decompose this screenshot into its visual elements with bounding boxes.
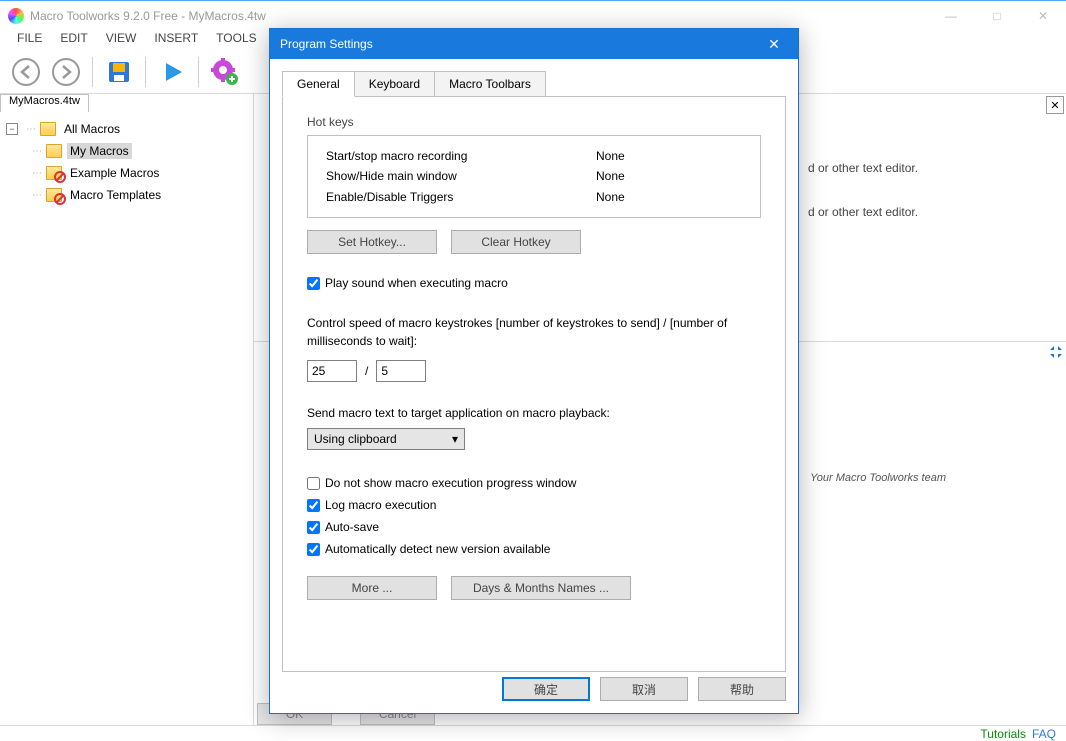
milliseconds-input[interactable] bbox=[376, 360, 426, 382]
hotkey-name: Start/stop macro recording bbox=[326, 146, 596, 166]
hotkey-name: Enable/Disable Triggers bbox=[326, 187, 596, 207]
prohibit-icon bbox=[54, 193, 66, 205]
dialog-help-button[interactable]: 帮助 bbox=[698, 677, 786, 701]
play-button[interactable] bbox=[154, 54, 190, 90]
hotkey-name: Show/Hide main window bbox=[326, 166, 596, 186]
log-execution-label: Log macro execution bbox=[325, 498, 436, 512]
tree-item-label: Example Macros bbox=[67, 165, 162, 181]
folder-icon bbox=[46, 166, 62, 180]
signature-text: Your Macro Toolworks team bbox=[810, 472, 946, 484]
faq-link[interactable]: FAQ bbox=[1032, 727, 1056, 741]
progress-window-checkbox[interactable] bbox=[307, 477, 320, 490]
tree-root-label: All Macros bbox=[61, 121, 123, 137]
tree-item[interactable]: ⋯ Macro Templates bbox=[6, 184, 247, 206]
menu-edit[interactable]: EDIT bbox=[51, 30, 96, 50]
tree-item[interactable]: ⋯ Example Macros bbox=[6, 162, 247, 184]
menu-file[interactable]: FILE bbox=[8, 30, 51, 50]
more-button[interactable]: More ... bbox=[307, 576, 437, 600]
program-settings-dialog: Program Settings ✕ General Keyboard Macr… bbox=[269, 28, 799, 714]
autosave-label: Auto-save bbox=[325, 520, 379, 534]
folder-icon bbox=[46, 188, 62, 202]
back-button[interactable] bbox=[8, 54, 44, 90]
hotkeys-list[interactable]: Start/stop macro recordingNone Show/Hide… bbox=[307, 135, 761, 218]
folder-icon bbox=[40, 122, 56, 136]
separator: / bbox=[365, 364, 368, 378]
dialog-cancel-button[interactable]: 取消 bbox=[600, 677, 688, 701]
tree-root[interactable]: − ⋯ All Macros bbox=[6, 118, 247, 140]
dialog-title-bar[interactable]: Program Settings ✕ bbox=[270, 29, 798, 59]
send-mode-label: Send macro text to target application on… bbox=[307, 406, 761, 420]
log-execution-checkbox[interactable] bbox=[307, 499, 320, 512]
set-hotkey-button[interactable]: Set Hotkey... bbox=[307, 230, 437, 254]
hotkeys-label: Hot keys bbox=[307, 115, 761, 129]
settings-button[interactable] bbox=[207, 54, 243, 90]
menu-tools[interactable]: TOOLS bbox=[207, 30, 265, 50]
send-mode-value: Using clipboard bbox=[314, 432, 397, 446]
expand-icon[interactable] bbox=[1048, 344, 1064, 360]
dialog-title: Program Settings bbox=[280, 37, 760, 51]
maximize-button[interactable]: □ bbox=[974, 1, 1020, 31]
keystrokes-input[interactable] bbox=[307, 360, 357, 382]
tab-macro-toolbars[interactable]: Macro Toolbars bbox=[434, 71, 546, 97]
window-title: Macro Toolworks 9.2.0 Free - MyMacros.4t… bbox=[30, 9, 928, 23]
clear-hotkey-button[interactable]: Clear Hotkey bbox=[451, 230, 581, 254]
hotkey-value: None bbox=[596, 146, 625, 166]
tree-item-label: Macro Templates bbox=[67, 187, 164, 203]
hotkey-value: None bbox=[596, 166, 625, 186]
autosave-checkbox[interactable] bbox=[307, 521, 320, 534]
folder-icon bbox=[46, 144, 62, 158]
info-text: d or other text editor. bbox=[808, 158, 1052, 178]
macro-tree[interactable]: − ⋯ All Macros ⋯ My Macros ⋯ Example Mac… bbox=[0, 112, 253, 725]
prohibit-icon bbox=[54, 171, 66, 183]
status-bar: Tutorials FAQ bbox=[0, 725, 1066, 741]
progress-window-label: Do not show macro execution progress win… bbox=[325, 476, 576, 490]
tree-item-label: My Macros bbox=[67, 143, 132, 159]
menu-view[interactable]: VIEW bbox=[97, 30, 146, 50]
app-icon bbox=[8, 8, 24, 24]
collapse-icon[interactable]: − bbox=[6, 123, 18, 135]
tab-general[interactable]: General bbox=[282, 71, 355, 97]
menu-insert[interactable]: INSERT bbox=[145, 30, 207, 50]
hotkey-value: None bbox=[596, 187, 625, 207]
tutorials-link[interactable]: Tutorials bbox=[980, 727, 1026, 741]
minimize-button[interactable]: — bbox=[928, 1, 974, 31]
info-text: d or other text editor. bbox=[808, 202, 1052, 222]
close-button[interactable]: ✕ bbox=[1020, 1, 1066, 31]
updates-label: Automatically detect new version availab… bbox=[325, 542, 550, 556]
play-sound-label: Play sound when executing macro bbox=[325, 276, 508, 290]
forward-button[interactable] bbox=[48, 54, 84, 90]
left-panel: MyMacros.4tw − ⋯ All Macros ⋯ My Macros … bbox=[0, 94, 254, 725]
updates-checkbox[interactable] bbox=[307, 543, 320, 556]
dialog-ok-button[interactable]: 确定 bbox=[502, 677, 590, 701]
chevron-down-icon: ▾ bbox=[452, 432, 458, 446]
play-sound-checkbox[interactable] bbox=[307, 277, 320, 290]
tree-item[interactable]: ⋯ My Macros bbox=[6, 140, 247, 162]
speed-label: Control speed of macro keystrokes [numbe… bbox=[307, 314, 761, 350]
tab-keyboard[interactable]: Keyboard bbox=[354, 71, 435, 97]
send-mode-select[interactable]: Using clipboard ▾ bbox=[307, 428, 465, 450]
panel-tab[interactable]: MyMacros.4tw bbox=[0, 94, 89, 112]
dialog-close-button[interactable]: ✕ bbox=[760, 30, 788, 58]
save-button[interactable] bbox=[101, 54, 137, 90]
days-months-button[interactable]: Days & Months Names ... bbox=[451, 576, 631, 600]
title-bar: Macro Toolworks 9.2.0 Free - MyMacros.4t… bbox=[0, 0, 1066, 30]
